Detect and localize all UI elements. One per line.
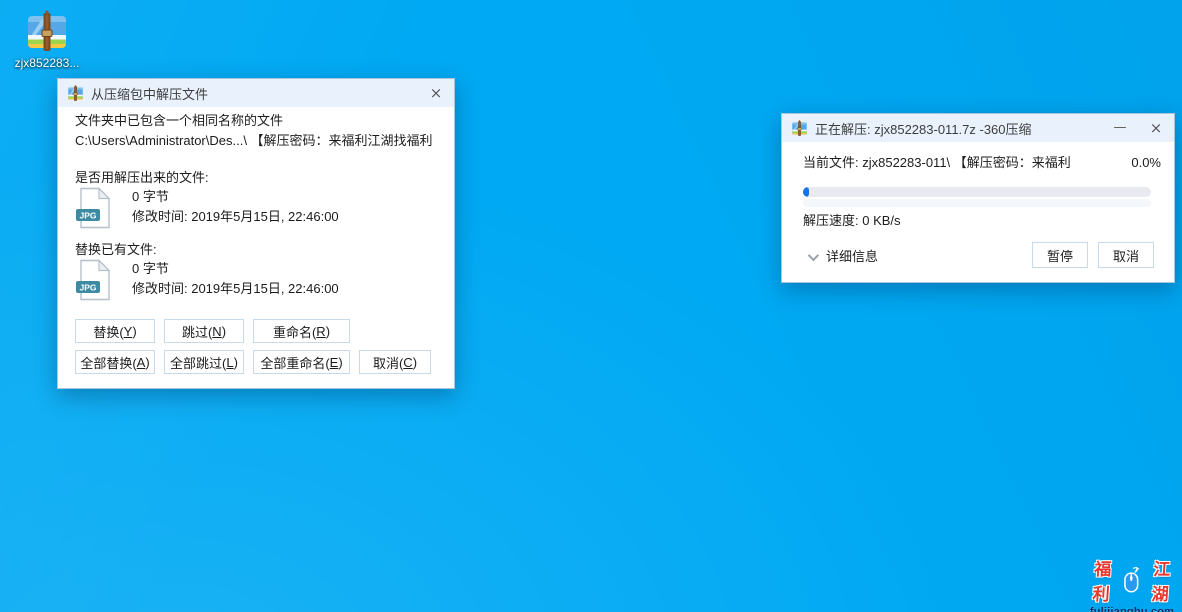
- replace-buttons-row2: 全部替换(A) 全部跳过(L) 全部重命名(E) 取消(C): [75, 350, 431, 374]
- replace-dialog-titlebar: 从压缩包中解压文件 ×: [58, 79, 454, 107]
- extract-replace-dialog: 从压缩包中解压文件 × 文件夹中已包含一个相同名称的文件 C:\Users\Ad…: [57, 78, 455, 389]
- replace-all-button[interactable]: 全部替换(A): [75, 350, 155, 374]
- new-file-modified: 修改时间: 2019年5月15日, 22:46:00: [132, 207, 339, 227]
- cancel-button[interactable]: 取消(C): [359, 350, 431, 374]
- skip-button[interactable]: 跳过(N): [164, 319, 244, 343]
- progress-dialog-titlebar: 正在解压: zjx852283-011.7z -360压缩 — ×: [782, 114, 1174, 142]
- new-file-size: 0 字节: [132, 187, 339, 207]
- jpg-file-icon: [75, 187, 112, 229]
- zip-archive-icon: [67, 85, 84, 102]
- progress-percent: 0.0%: [1131, 154, 1161, 172]
- progress-bar-fill: [803, 187, 809, 197]
- current-file-text: 当前文件: zjx852283-011\ 【解压密码：来福利: [803, 154, 1071, 172]
- watermark-url: fulijianghu.com: [1085, 606, 1179, 612]
- rename-button[interactable]: 重命名(R): [253, 319, 350, 343]
- close-icon[interactable]: ×: [418, 79, 454, 107]
- minimize-icon[interactable]: —: [1102, 114, 1138, 142]
- details-label: 详细信息: [826, 248, 878, 266]
- desktop-background: zjx852283... 从压缩包中解压文件 × 文件夹中已包含一个相同名称的文…: [0, 0, 1182, 612]
- zip-archive-icon: [24, 10, 70, 54]
- jpg-file-icon: [75, 259, 112, 301]
- replace-buttons-row1: 替换(Y) 跳过(N) 重命名(R): [75, 319, 350, 343]
- new-file-row: 0 字节 修改时间: 2019年5月15日, 22:46:00: [75, 187, 339, 229]
- progress-dialog-title: 正在解压: zjx852283-011.7z -360压缩: [815, 119, 1102, 138]
- existing-file-row: 0 字节 修改时间: 2019年5月15日, 22:46:00: [75, 259, 339, 301]
- zip-archive-icon: [791, 120, 808, 137]
- desktop-icon-label: zjx852283...: [8, 56, 86, 70]
- existing-file-size: 0 字节: [132, 259, 339, 279]
- close-icon[interactable]: ×: [1138, 114, 1174, 142]
- desktop-archive-icon[interactable]: zjx852283...: [8, 10, 86, 70]
- watermark-brand-left: 福利: [1083, 555, 1122, 605]
- existing-file-modified: 修改时间: 2019年5月15日, 22:46:00: [132, 279, 339, 299]
- existing-file-heading: 替换已有文件:: [75, 241, 157, 259]
- conflict-message-line1: 文件夹中已包含一个相同名称的文件: [75, 112, 283, 130]
- watermark-brand-right: 江湖: [1142, 555, 1181, 605]
- progress-bar-shadow: [803, 199, 1151, 207]
- replace-dialog-title: 从压缩包中解压文件: [91, 84, 418, 103]
- mouse-icon: [1122, 567, 1142, 593]
- extract-progress-dialog: 正在解压: zjx852283-011.7z -360压缩 — × 当前文件: …: [781, 113, 1175, 283]
- progress-bar: [803, 187, 1151, 197]
- replace-button[interactable]: 替换(Y): [75, 319, 155, 343]
- pause-button[interactable]: 暂停: [1032, 242, 1088, 268]
- new-file-heading: 是否用解压出来的文件:: [75, 169, 209, 187]
- rename-all-button[interactable]: 全部重命名(E): [253, 350, 350, 374]
- site-watermark: 福利 江湖 fulijianghu.com: [1085, 555, 1179, 612]
- skip-all-button[interactable]: 全部跳过(L): [164, 350, 244, 374]
- chevron-down-icon: [808, 250, 819, 261]
- conflict-message-path: C:\Users\Administrator\Des...\ 【解压密码：来福利…: [75, 132, 433, 150]
- details-toggle[interactable]: 详细信息: [808, 248, 878, 266]
- extract-speed-text: 解压速度: 0 KB/s: [803, 212, 901, 230]
- cancel-button[interactable]: 取消: [1098, 242, 1154, 268]
